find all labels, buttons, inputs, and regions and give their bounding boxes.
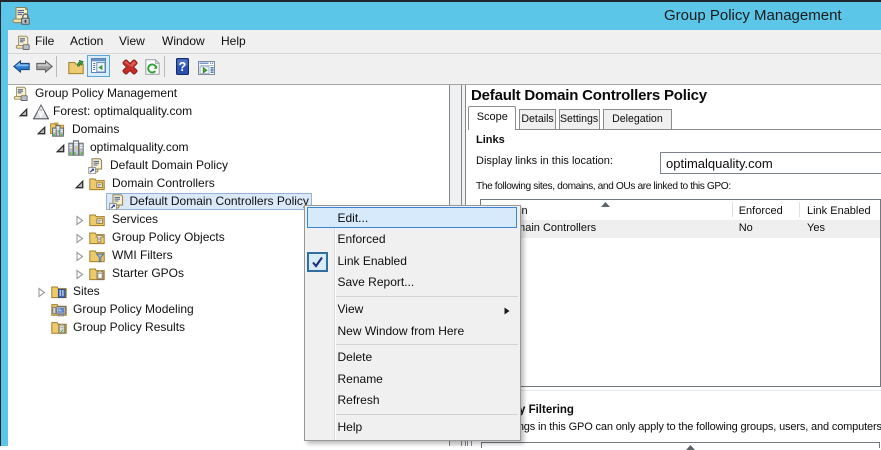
svg-text:?: ? xyxy=(178,60,186,74)
